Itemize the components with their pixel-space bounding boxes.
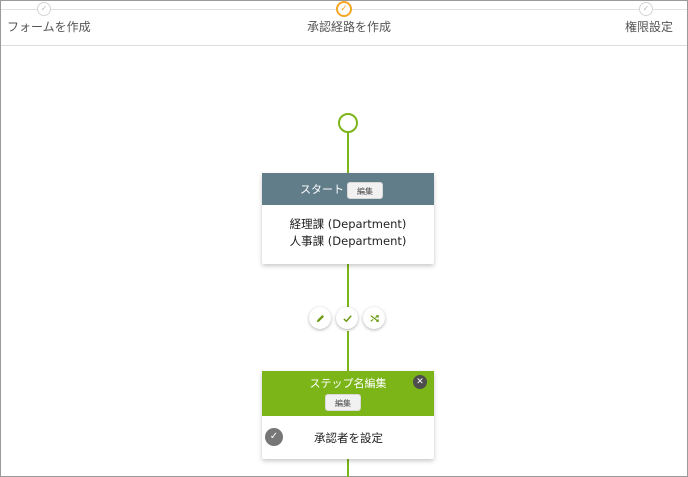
start-node-header: スタート 編集 [262,173,434,205]
flow-connector [347,331,349,371]
step-node-title[interactable]: ステップ名編集 [262,375,434,391]
approver-check-icon[interactable]: ✓ [265,428,283,446]
approver-label[interactable]: 承認者を設定 [314,430,383,446]
start-node-title: スタート [300,183,344,196]
shuffle-icon[interactable] [363,307,385,329]
step-node-header: ステップ名編集 編集 ✕ [262,371,434,416]
step-2-check-icon[interactable]: ✓ [336,1,352,17]
step-3-label[interactable]: 権限設定 [625,18,673,35]
close-icon[interactable]: ✕ [413,375,427,389]
flow-connector [347,133,349,173]
flow-connector [347,459,349,477]
step-2-label[interactable]: 承認経路を作成 [307,18,391,35]
step-1-label[interactable]: フォームを作成 [7,18,91,35]
wizard-stepper: ✓ フォームを作成 ✓ 承認経路を作成 ✓ 権限設定 [1,1,687,46]
flow-start-circle [338,113,358,133]
department-list: 経理課 (Department) 人事課 (Department) [262,216,434,250]
check-icon[interactable] [336,307,358,329]
step-3-check-icon[interactable]: ✓ [639,2,653,16]
step-1-check-icon[interactable]: ✓ [37,2,51,16]
flow-connector [347,264,349,307]
start-edit-button[interactable]: 編集 [347,182,383,199]
department-item: 経理課 (Department) [289,217,407,231]
pencil-icon[interactable] [309,307,331,329]
step-edit-button[interactable]: 編集 [325,394,361,411]
department-item: 人事課 (Department) [289,234,407,248]
step-node-card: ステップ名編集 編集 ✕ ✓ 承認者を設定 [262,371,434,459]
start-node-card: スタート 編集 経理課 (Department) 人事課 (Department… [262,173,434,264]
